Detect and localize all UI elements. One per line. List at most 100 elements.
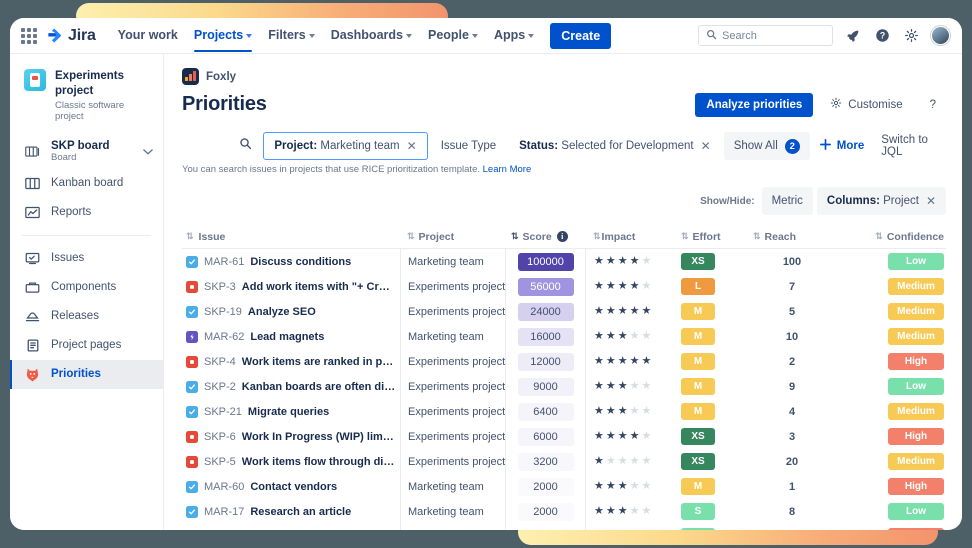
issue-summary[interactable]: Work In Progress (WIP) lim… <box>242 431 394 443</box>
remove-status-filter-icon[interactable]: ✕ <box>701 140 711 152</box>
cell-issue[interactable]: SKP-19 Analyze SEO <box>182 305 400 318</box>
sidebar-item-components[interactable]: Components <box>10 273 163 302</box>
table-row[interactable]: MAR-60 Contact vendors Marketing team 2000 ★… <box>182 474 946 499</box>
create-button[interactable]: Create <box>550 22 612 49</box>
sidebar-item-project-pages[interactable]: Project pages <box>10 331 163 360</box>
table-row[interactable]: MAR-61 Discuss conditions Marketing team 10… <box>182 249 946 274</box>
sidebar-item-kanban-board[interactable]: Kanban board <box>10 169 163 198</box>
column-header-score[interactable]: ⇅ Score i <box>505 224 585 249</box>
column-header-impact[interactable]: ⇅ Impact <box>585 224 673 249</box>
sidebar-item-skp-board[interactable]: SKP board Board <box>10 134 163 169</box>
sidebar-item-priorities[interactable]: Priorities <box>10 359 163 389</box>
column-header-project[interactable]: ⇅ Project <box>400 224 505 249</box>
table-row[interactable]: MAR-62 Lead magnets Marketing team 16000 ★ ★ ★… <box>182 324 946 349</box>
cell-issue[interactable]: SKP-3 Add work items with "+ Cr… <box>182 280 400 293</box>
cell-impact[interactable]: ★★★★★ <box>585 499 673 524</box>
cell-impact[interactable]: ★★★★★ <box>585 299 673 324</box>
help-button[interactable]: ? <box>919 92 946 117</box>
issue-key[interactable]: SKP-2 <box>204 381 236 393</box>
table-row[interactable]: SKP-2 Kanban boards are often di… Experime… <box>182 374 946 399</box>
cell-issue[interactable]: SKP-2 Kanban boards are often di… <box>182 380 400 393</box>
table-row[interactable]: MAR-17 Research an article Marketing team 2… <box>182 499 946 524</box>
table-row[interactable]: SKP-5 Work items flow through di… Experime… <box>182 449 946 474</box>
sidebar-item-releases[interactable]: Releases <box>10 302 163 331</box>
analyze-priorities-button[interactable]: Analyze priorities <box>695 92 814 117</box>
nav-item-people[interactable]: People <box>420 19 486 52</box>
cell-issue[interactable]: SKP-6 Work In Progress (WIP) lim… <box>182 430 400 443</box>
sidebar-item-reports[interactable]: Reports <box>10 198 163 227</box>
nav-item-your-work[interactable]: Your work <box>110 19 186 52</box>
issue-key[interactable]: SKP-4 <box>204 356 236 368</box>
cell-impact[interactable]: ★★★★★ <box>585 474 673 499</box>
filter-chip-show-all[interactable]: Show All 2 <box>723 132 810 160</box>
nav-item-apps[interactable]: Apps <box>486 19 542 52</box>
issue-key[interactable]: MAR-62 <box>204 331 244 343</box>
cell-impact[interactable]: ★★★★★ <box>585 424 673 449</box>
customise-button[interactable]: Customise <box>820 91 913 118</box>
remove-project-filter-icon[interactable]: ✕ <box>407 140 417 152</box>
apps-grid-icon[interactable] <box>18 25 40 47</box>
help-icon[interactable]: ? <box>873 27 891 45</box>
cell-issue[interactable]: SKP-5 Work items flow through di… <box>182 455 400 468</box>
issue-summary[interactable]: Work items flow through di… <box>242 456 395 468</box>
issue-key[interactable]: MAR-17 <box>204 506 244 518</box>
issue-key[interactable]: MAR-60 <box>204 481 244 493</box>
issue-summary[interactable]: Research an article <box>250 506 351 518</box>
issue-key[interactable]: MAR-61 <box>204 256 244 268</box>
jira-logo[interactable]: Jira <box>46 27 96 45</box>
cell-impact[interactable]: ★★★★★ <box>585 324 673 349</box>
issue-search-input[interactable] <box>182 133 260 159</box>
learn-more-link[interactable]: Learn More <box>483 164 532 175</box>
cell-impact[interactable]: ★★★★★ <box>585 374 673 399</box>
issue-key[interactable]: SKP-6 <box>204 431 236 443</box>
column-header-issue[interactable]: ⇅ Issue <box>182 231 400 243</box>
rocket-icon[interactable] <box>844 27 862 45</box>
cell-issue[interactable]: MAR-61 Discuss conditions <box>182 255 400 268</box>
table-row[interactable]: SKP-19 Analyze SEO Experiments project 2400… <box>182 299 946 324</box>
column-header-effort[interactable]: ⇅ Effort <box>673 231 745 243</box>
cell-impact[interactable]: ★★★★★ <box>585 449 673 474</box>
cell-impact[interactable]: ★★★★★ <box>585 274 673 299</box>
nav-item-filters[interactable]: Filters <box>260 19 323 52</box>
cell-impact[interactable]: ★★★★★ <box>585 524 673 530</box>
sidebar-item-issues[interactable]: Issues <box>10 244 163 273</box>
issue-summary[interactable]: Discuss conditions <box>250 256 351 268</box>
filter-chip-issue-type[interactable]: Issue Type <box>431 132 506 160</box>
filter-chip-status[interactable]: Status: Selected for Development ✕ <box>509 132 721 160</box>
more-filters-button[interactable]: More <box>813 138 870 154</box>
issue-key[interactable]: SKP-21 <box>204 406 242 418</box>
search-input[interactable]: Search <box>698 25 833 46</box>
avatar[interactable] <box>931 26 950 45</box>
settings-gear-icon[interactable] <box>902 27 920 45</box>
info-icon[interactable]: i <box>556 231 568 242</box>
issue-key[interactable]: SKP-5 <box>204 456 236 468</box>
issue-summary[interactable]: Add work items with "+ Cr… <box>242 281 390 293</box>
cell-issue[interactable]: SKP-4 Work items are ranked in p… <box>182 355 400 368</box>
filter-chip-project[interactable]: Project: Marketing team ✕ <box>263 132 428 160</box>
table-row[interactable]: SKP-21 Migrate queries Experiments project… <box>182 399 946 424</box>
table-row[interactable]: SKP-6 Work In Progress (WIP) lim… Experime… <box>182 424 946 449</box>
cell-impact[interactable]: ★★★★★ <box>585 349 673 374</box>
table-row[interactable]: SKP-4 Work items are ranked in p… Experime… <box>182 349 946 374</box>
showhide-chip-columns[interactable]: Columns: Project ✕ <box>816 187 946 215</box>
issue-summary[interactable]: Lead magnets <box>250 331 324 343</box>
issue-key[interactable]: SKP-3 <box>204 281 236 293</box>
issue-summary[interactable]: Contact vendors <box>250 481 337 493</box>
issue-summary[interactable]: Analyze SEO <box>248 306 316 318</box>
nav-item-projects[interactable]: Projects <box>186 19 260 52</box>
cell-issue[interactable]: SKP-21 Migrate queries <box>182 405 400 418</box>
cell-issue[interactable]: MAR-60 Contact vendors <box>182 480 400 493</box>
remove-columns-filter-icon[interactable]: ✕ <box>926 195 936 207</box>
issue-summary[interactable]: Kanban boards are often di… <box>242 381 395 393</box>
sidebar-project-header[interactable]: Experiments project Classic software pro… <box>10 66 163 134</box>
cell-issue[interactable]: MAR-62 Lead magnets <box>182 330 400 343</box>
table-row[interactable]: SKP-3 Add work items with "+ Cr… Experimen… <box>182 274 946 299</box>
table-row[interactable]: SKP-18Recommendation algorithmExperiment… <box>182 524 946 530</box>
cell-issue[interactable]: MAR-17 Research an article <box>182 505 400 518</box>
column-header-reach[interactable]: ⇅ Reach <box>745 231 839 243</box>
cell-impact[interactable]: ★★★★★ <box>585 249 673 274</box>
chevron-down-icon[interactable] <box>143 142 153 160</box>
cell-impact[interactable]: ★★★★★ <box>585 399 673 424</box>
issue-summary[interactable]: Work items are ranked in p… <box>242 356 393 368</box>
nav-item-dashboards[interactable]: Dashboards <box>323 19 420 52</box>
